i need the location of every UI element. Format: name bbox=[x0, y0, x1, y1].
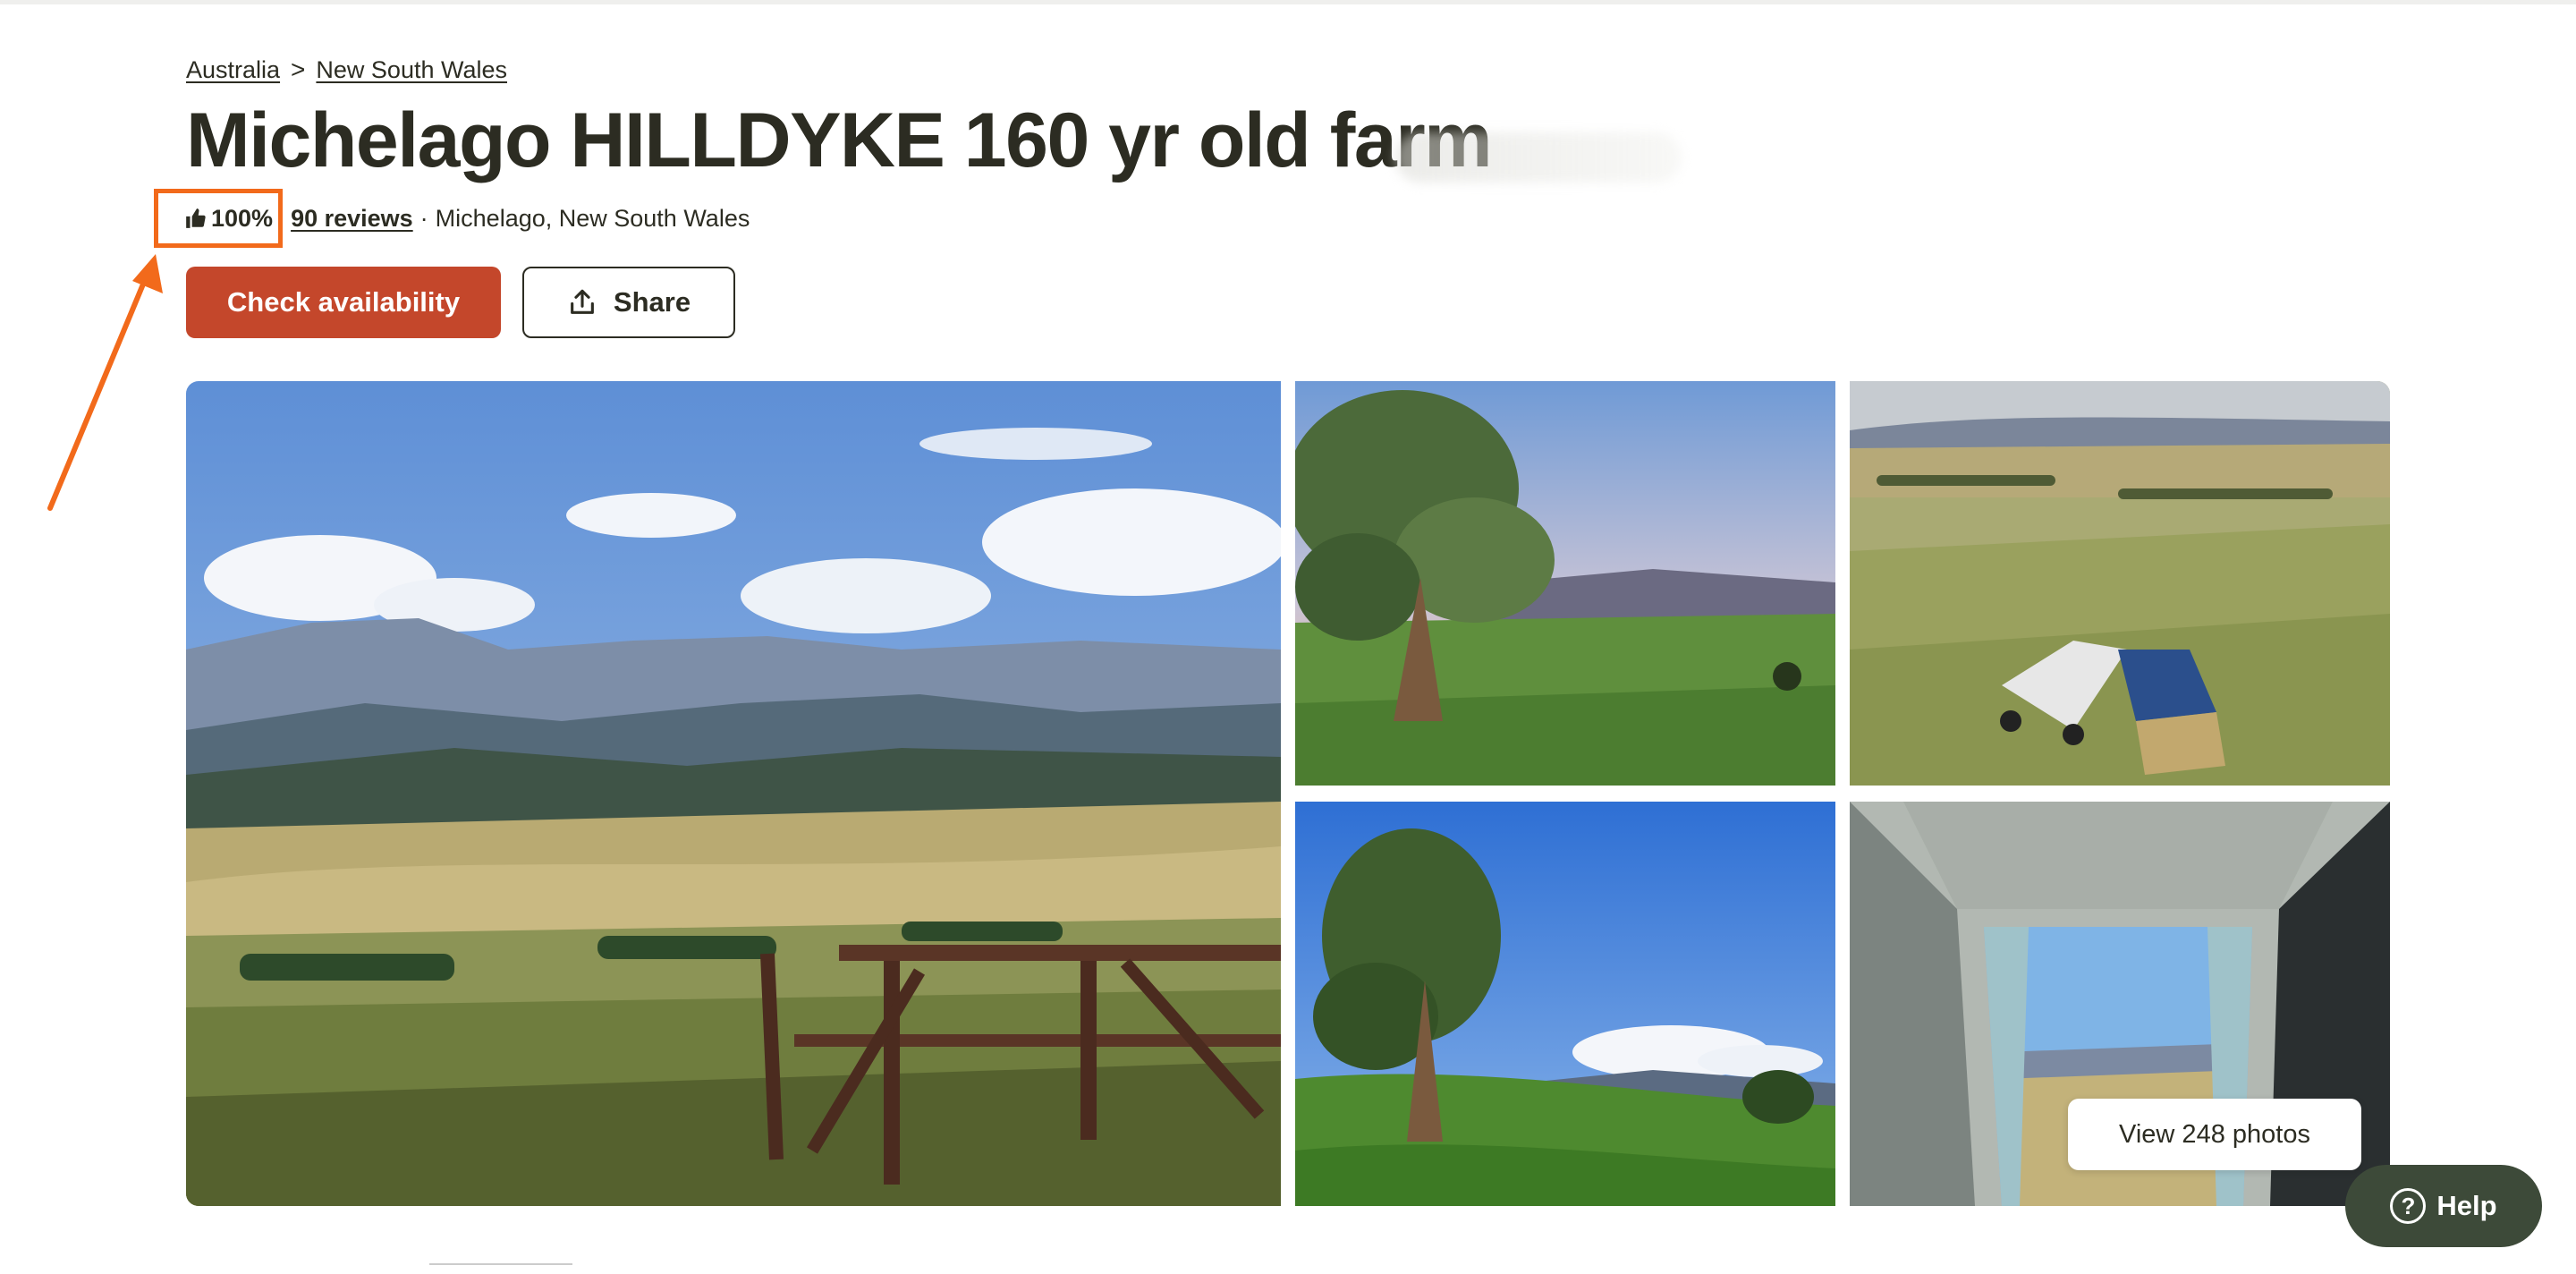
cut-off-content bbox=[429, 1263, 572, 1274]
page-title: Michelago HILLDYKE 160 yr old farm bbox=[186, 98, 1493, 183]
annotation-arrow-icon bbox=[47, 254, 163, 511]
breadcrumb-australia[interactable]: Australia bbox=[186, 56, 280, 84]
reviews-link[interactable]: 90 reviews bbox=[291, 205, 413, 233]
breadcrumb-new-south-wales[interactable]: New South Wales bbox=[316, 56, 507, 84]
blurred-host-info bbox=[1395, 132, 1682, 183]
annotation-highlight-box bbox=[154, 189, 283, 248]
help-button[interactable]: ? Help bbox=[2345, 1165, 2542, 1247]
share-button[interactable]: Share bbox=[522, 267, 735, 338]
location-separator: · bbox=[419, 204, 428, 232]
help-label: Help bbox=[2436, 1190, 2497, 1221]
top-border bbox=[0, 0, 2576, 4]
gallery-photo-main[interactable] bbox=[186, 381, 1281, 1206]
check-availability-button[interactable]: Check availability bbox=[186, 267, 501, 338]
question-circle-icon: ? bbox=[2390, 1188, 2427, 1224]
share-icon bbox=[571, 289, 594, 314]
gallery-photo-2[interactable] bbox=[1295, 381, 1835, 786]
gallery-photo-4[interactable] bbox=[1295, 802, 1835, 1206]
view-all-photos-button[interactable]: View 248 photos bbox=[2068, 1099, 2361, 1170]
share-label: Share bbox=[613, 286, 691, 318]
breadcrumb-separator: > bbox=[291, 55, 306, 83]
breadcrumb: Australia > New South Wales bbox=[186, 55, 507, 84]
location-text: Michelago, New South Wales bbox=[435, 204, 750, 232]
gallery-photo-3[interactable] bbox=[1850, 381, 2390, 786]
